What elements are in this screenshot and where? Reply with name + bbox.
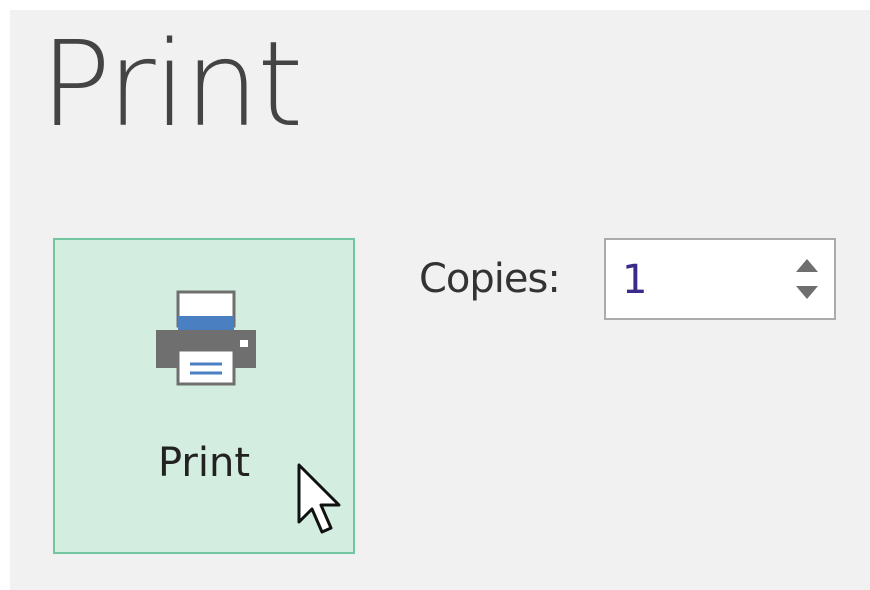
copies-input[interactable] — [622, 252, 772, 308]
copies-spinner — [604, 238, 836, 320]
mouse-pointer-icon — [297, 463, 341, 534]
copies-label: Copies: — [419, 256, 561, 302]
printer-icon — [156, 290, 256, 386]
page-title: Print — [40, 15, 303, 153]
chevron-down-icon[interactable] — [792, 282, 822, 304]
chevron-up-icon[interactable] — [792, 254, 822, 276]
